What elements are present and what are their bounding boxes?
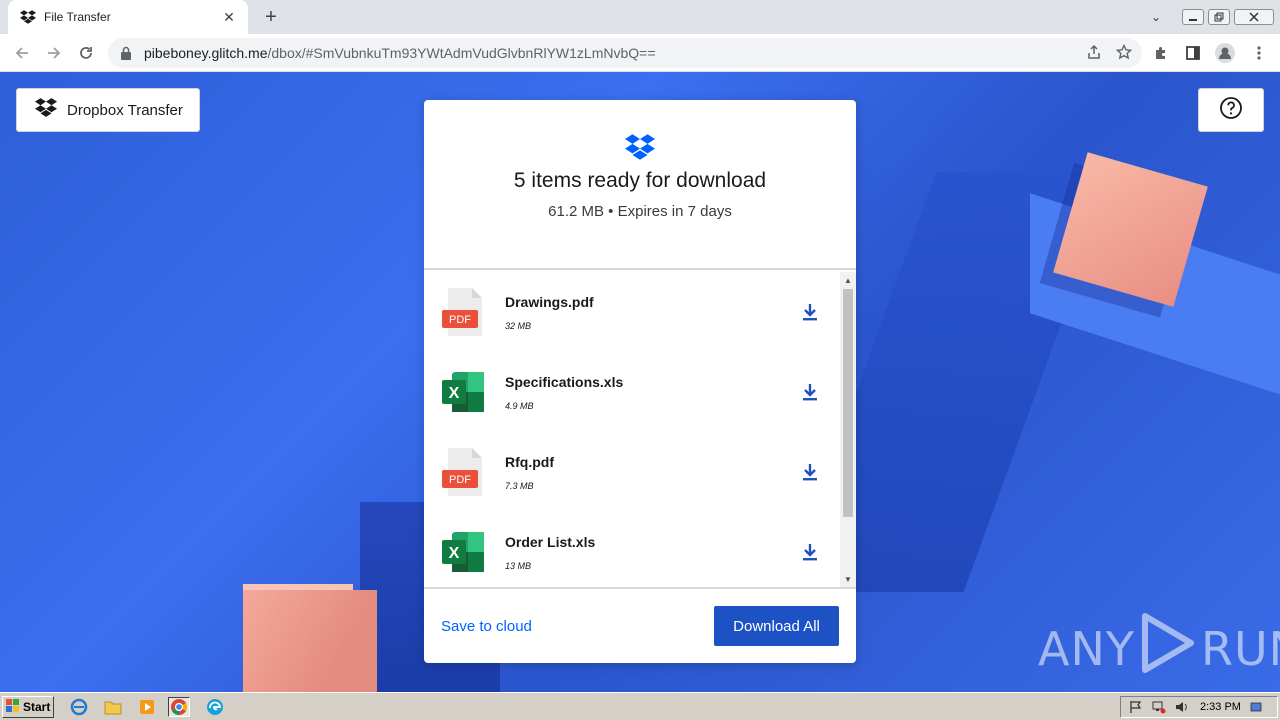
clock[interactable]: 2:33 PM bbox=[1200, 701, 1241, 713]
scroll-down-arrow-icon[interactable]: ▼ bbox=[840, 573, 856, 587]
url-text[interactable]: pibeboney.glitch.me/dbox/#SmVubnkuTm93YW… bbox=[144, 45, 656, 61]
download-all-button[interactable]: Download All bbox=[714, 606, 839, 646]
save-to-cloud-link[interactable]: Save to cloud bbox=[441, 618, 532, 635]
file-row[interactable]: PDF Rfq.pdf 7.3 MB bbox=[424, 432, 840, 512]
scroll-thumb[interactable] bbox=[843, 289, 853, 517]
file-name: Rfq.pdf bbox=[505, 454, 554, 470]
file-size: 13 MB bbox=[505, 561, 532, 571]
browser-toolbar: pibeboney.glitch.me/dbox/#SmVubnkuTm93YW… bbox=[0, 34, 1280, 72]
action-center-flag-icon[interactable] bbox=[1128, 699, 1144, 715]
file-name: Drawings.pdf bbox=[505, 294, 594, 310]
file-row[interactable]: X Order List.xls 13 MB bbox=[424, 512, 840, 587]
svg-text:X: X bbox=[449, 545, 460, 562]
download-icon[interactable] bbox=[800, 462, 820, 482]
url-host: pibeboney.glitch.me bbox=[144, 45, 268, 61]
window-controls: ⌄ bbox=[1138, 0, 1280, 34]
close-window-button[interactable] bbox=[1234, 9, 1274, 25]
start-button[interactable]: Start bbox=[2, 696, 54, 718]
svg-text:X: X bbox=[449, 385, 460, 402]
forward-arrow-icon[interactable] bbox=[42, 41, 66, 65]
watermark-right-text: RUN bbox=[1200, 621, 1280, 676]
help-button[interactable] bbox=[1198, 88, 1264, 132]
share-icon[interactable] bbox=[1086, 44, 1102, 65]
back-arrow-icon[interactable] bbox=[10, 41, 34, 65]
file-row[interactable]: PDF Drawings.pdf 32 MB bbox=[424, 272, 840, 352]
svg-text:PDF: PDF bbox=[449, 474, 471, 486]
file-name: Order List.xls bbox=[505, 534, 596, 550]
excel-file-icon: X bbox=[442, 368, 486, 416]
chrome-icon[interactable] bbox=[168, 697, 190, 717]
file-list-scrollbar[interactable]: ▲ ▼ bbox=[840, 272, 856, 587]
card-subtitle: 61.2 MB • Expires in 7 days bbox=[548, 203, 732, 220]
bookmark-star-icon[interactable] bbox=[1115, 43, 1133, 65]
page-viewport: Dropbox Transfer 5 items ready for downl… bbox=[0, 72, 1280, 692]
minimize-button[interactable] bbox=[1182, 9, 1204, 25]
tab-close-icon[interactable]: ✕ bbox=[220, 9, 238, 26]
internet-explorer-icon[interactable] bbox=[68, 697, 90, 717]
menu-kebab-icon[interactable] bbox=[1248, 42, 1270, 64]
tab-title: File Transfer bbox=[44, 10, 111, 24]
tab-file-transfer[interactable]: File Transfer ✕ bbox=[8, 0, 248, 34]
profile-avatar-icon[interactable] bbox=[1214, 42, 1236, 64]
edge-icon[interactable] bbox=[204, 697, 226, 717]
dropbox-logo-icon bbox=[625, 134, 655, 165]
svg-text:PDF: PDF bbox=[449, 314, 471, 326]
restore-button[interactable] bbox=[1208, 9, 1230, 25]
browser-tabbar: File Transfer ✕ + ⌄ bbox=[0, 0, 1280, 34]
download-icon[interactable] bbox=[800, 302, 820, 322]
background-pink-cube-lower bbox=[243, 590, 377, 692]
system-tray: 2:33 PM bbox=[1120, 696, 1278, 718]
file-explorer-icon[interactable] bbox=[102, 697, 124, 717]
media-player-icon[interactable] bbox=[136, 697, 158, 717]
pdf-file-icon: PDF bbox=[442, 288, 486, 336]
watermark-left-text: ANY bbox=[1038, 621, 1135, 676]
brand-label: Dropbox Transfer bbox=[67, 101, 183, 119]
extensions-puzzle-icon[interactable] bbox=[1150, 42, 1172, 64]
network-icon[interactable] bbox=[1151, 699, 1167, 715]
show-desktop-icon[interactable] bbox=[1248, 699, 1264, 715]
start-label: Start bbox=[23, 700, 51, 714]
lock-icon[interactable] bbox=[120, 46, 134, 60]
dropbox-favicon-icon bbox=[20, 9, 36, 25]
transfer-card: 5 items ready for download 61.2 MB • Exp… bbox=[424, 100, 856, 663]
file-size: 32 MB bbox=[505, 321, 532, 331]
pdf-file-icon: PDF bbox=[442, 448, 486, 496]
play-triangle-icon bbox=[1139, 612, 1197, 685]
new-tab-button[interactable]: + bbox=[258, 4, 284, 30]
card-title: 5 items ready for download bbox=[513, 169, 767, 192]
windows-logo-icon bbox=[6, 698, 20, 716]
windows-taskbar: Start 2:33 PM bbox=[0, 692, 1280, 720]
tab-search-chevron-icon[interactable]: ⌄ bbox=[1138, 10, 1174, 24]
download-icon[interactable] bbox=[800, 542, 820, 562]
file-list: PDF Drawings.pdf 32 MB X Specifications.… bbox=[424, 272, 856, 589]
dropbox-logo-icon bbox=[35, 98, 57, 122]
card-header: 5 items ready for download 61.2 MB • Exp… bbox=[424, 100, 856, 270]
download-icon[interactable] bbox=[800, 382, 820, 402]
file-size: 7.3 MB bbox=[505, 481, 534, 491]
anyrun-watermark: ANY RUN bbox=[1038, 612, 1280, 685]
excel-file-icon: X bbox=[442, 528, 486, 576]
question-mark-circle-icon bbox=[1219, 96, 1243, 125]
side-panel-icon[interactable] bbox=[1182, 42, 1204, 64]
file-row[interactable]: X Specifications.xls 4.9 MB bbox=[424, 352, 840, 432]
volume-icon[interactable] bbox=[1174, 699, 1190, 715]
dropbox-transfer-button[interactable]: Dropbox Transfer bbox=[16, 88, 200, 132]
address-bar[interactable]: pibeboney.glitch.me/dbox/#SmVubnkuTm93YW… bbox=[108, 38, 1142, 68]
scroll-up-arrow-icon[interactable]: ▲ bbox=[840, 274, 856, 288]
reload-icon[interactable] bbox=[74, 41, 98, 65]
url-path: /dbox/#SmVubnkuTm93YWtAdmVudGlvbnRlYW1zL… bbox=[267, 45, 656, 61]
file-name: Specifications.xls bbox=[505, 374, 624, 390]
file-size: 4.9 MB bbox=[505, 401, 534, 411]
